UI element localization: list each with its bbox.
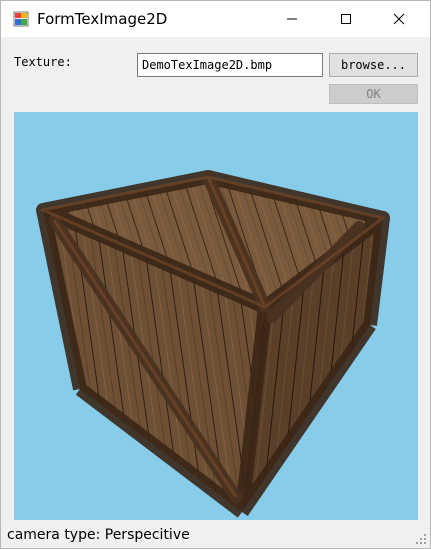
wooden-crate-render <box>36 170 390 518</box>
maximize-button[interactable] <box>323 1 369 37</box>
camera-type-status: camera type: Perspecitive <box>7 527 190 543</box>
close-button[interactable] <box>376 1 422 37</box>
browse-button[interactable]: browse... <box>329 53 418 77</box>
status-bar: camera type: Perspecitive <box>1 523 430 548</box>
window-title: FormTexImage2D <box>37 10 168 28</box>
maximize-icon <box>341 14 351 24</box>
windows-form-icon <box>13 11 29 27</box>
texture-path-input[interactable]: DemoTexImage2D.bmp <box>137 53 323 77</box>
close-icon <box>393 13 405 25</box>
ok-button[interactable]: OK <box>329 84 418 104</box>
gl-viewport[interactable] <box>14 112 418 520</box>
title-bar[interactable]: FormTexImage2D <box>1 1 430 37</box>
texture-label: Texture: <box>14 55 72 69</box>
minimize-button[interactable] <box>269 1 315 37</box>
resize-grip-icon[interactable] <box>415 533 427 545</box>
app-window: FormTexImage2D Texture: DemoTexImage2D.b… <box>0 0 431 549</box>
form-client-area: Texture: DemoTexImage2D.bmp browse... OK <box>1 37 430 548</box>
minimize-icon <box>287 18 297 20</box>
